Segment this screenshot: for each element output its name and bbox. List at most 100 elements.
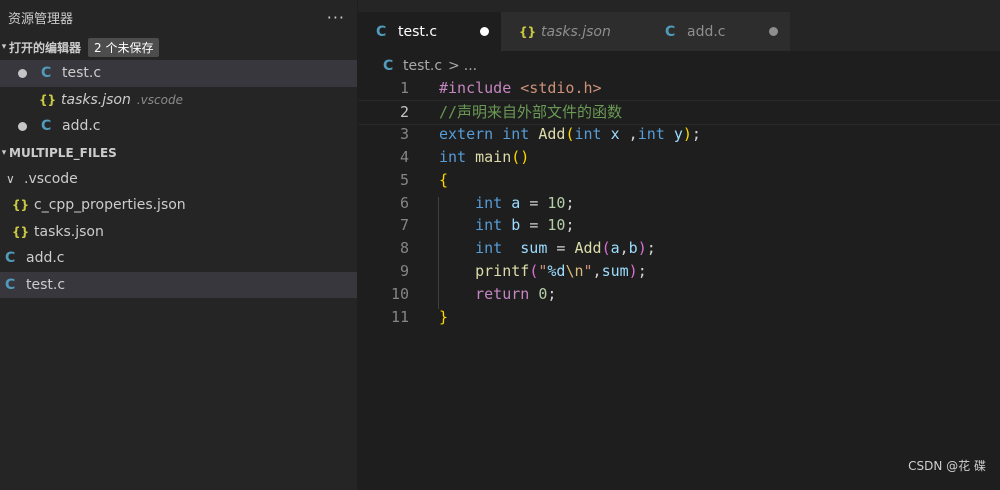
code-text: extern int Add(int x ,int y); [439, 123, 701, 146]
code-text: } [439, 306, 448, 329]
open-editor-add-c[interactable]: C add.c [0, 113, 357, 140]
breadcrumb-file[interactable]: test.c [403, 58, 442, 74]
code-token: ) [628, 262, 638, 281]
code-token: <stdio.h> [520, 79, 602, 97]
code-token: ; [547, 285, 557, 304]
chevron-down-icon: ▾ [1, 42, 7, 52]
editor-tabs: C test.c {} tasks.json C add.c [358, 12, 1000, 51]
code-token: a [610, 239, 620, 258]
code-line[interactable]: 7 int b = 10; [358, 214, 1000, 237]
unsaved-dot-icon[interactable] [769, 27, 778, 36]
code-text: int b = 10; [439, 214, 574, 237]
c-file-icon: C [5, 276, 16, 293]
code-text: #include <stdio.h> [439, 77, 602, 100]
code-token: int [439, 147, 476, 166]
code-editor[interactable]: 1 #include <stdio.h> 2 //声明来自外部文件的函数 3 extern… [358, 77, 1000, 490]
code-token: ; [637, 262, 647, 281]
code-line[interactable]: 5{ [358, 169, 1000, 192]
tree-item-test-c[interactable]: C test.c [0, 271, 357, 298]
code-text: int a = 10; [439, 192, 574, 215]
unsaved-dot-icon[interactable] [480, 27, 489, 36]
line-number: 11 [390, 308, 409, 326]
code-token: int [574, 124, 611, 143]
code-text: //声明来自外部文件的函数 [439, 101, 622, 124]
code-token: y [673, 124, 683, 143]
code-token: ( [601, 239, 611, 258]
folder-vscode[interactable]: ∨ .vscode [0, 166, 357, 193]
tree-item-label: add.c [26, 250, 65, 267]
code-line[interactable]: 2 //声明来自外部文件的函数 [358, 99, 1000, 125]
tree-item-label: test.c [26, 276, 66, 293]
code-line[interactable]: 8 int sum = Add(a,b); [358, 237, 1000, 260]
code-line[interactable]: 1 #include <stdio.h> [358, 77, 1000, 100]
c-file-icon: C [376, 23, 387, 40]
code-token: Add [574, 239, 602, 258]
code-token: ; [691, 124, 701, 143]
workspace-label: MULTIPLE_FILES [9, 145, 117, 160]
code-line[interactable]: 3 extern int Add(int x ,int y); [358, 123, 1000, 146]
json-file-icon: {} [519, 24, 537, 39]
unsaved-dot-icon[interactable] [18, 68, 27, 78]
code-line[interactable]: 9 printf("%d\n",sum); [358, 260, 1000, 283]
code-line[interactable]: 10 return 0; [358, 283, 1000, 306]
code-token: \n [565, 262, 584, 281]
unsaved-dot-icon[interactable] [18, 121, 27, 131]
explorer-sidebar: 资源管理器 ··· ▾ 打开的编辑器 2 个未保存 C test.c {} ta… [0, 0, 358, 490]
code-text: { [439, 169, 448, 192]
tab-test-c[interactable]: C test.c [358, 12, 501, 51]
open-editor-folder-desc: .vscode [136, 92, 183, 107]
code-token: } [439, 308, 449, 326]
code-token: b [511, 216, 530, 235]
line-number: 9 [399, 262, 409, 281]
code-token: 10 [547, 193, 566, 212]
workspace-header[interactable]: ▾ MULTIPLE_FILES [0, 140, 357, 166]
tab-label: test.c [398, 23, 438, 40]
code-token: ) [637, 239, 647, 258]
code-token: int [637, 124, 674, 143]
code-token: //声明来自外部文件的函数 [439, 102, 623, 121]
tree-item-label: c_cpp_properties.json [34, 197, 186, 214]
json-file-icon: {} [39, 92, 57, 107]
chevron-down-icon: ∨ [6, 171, 15, 186]
code-token: = [529, 216, 548, 235]
breadcrumb-more[interactable]: ... [464, 58, 477, 74]
code-line[interactable]: 4 int main() [358, 146, 1000, 169]
c-file-icon: C [383, 58, 394, 74]
open-editors-header[interactable]: ▾ 打开的编辑器 2 个未保存 [0, 34, 357, 60]
open-editor-label: test.c [62, 65, 102, 82]
code-token: () [511, 147, 530, 166]
line-number: 2 [399, 102, 409, 121]
open-editor-tasks-json[interactable]: {} tasks.json .vscode [0, 87, 357, 114]
code-token: , [592, 262, 602, 281]
code-token: %d [547, 262, 566, 281]
code-token: sum [601, 262, 629, 281]
open-editor-label: add.c [62, 118, 101, 135]
code-token: b [628, 239, 638, 258]
code-token: a [511, 193, 530, 212]
code-token: ; [646, 239, 656, 258]
tab-add-c[interactable]: C add.c [647, 12, 790, 51]
json-file-icon: {} [12, 224, 30, 239]
code-token: return [475, 285, 539, 304]
tab-tasks-json[interactable]: {} tasks.json [501, 12, 647, 51]
tree-item-tasks-json[interactable]: {} tasks.json [0, 219, 357, 246]
code-token: = [556, 239, 575, 258]
code-text: return 0; [439, 283, 556, 306]
tree-item-label: tasks.json [34, 223, 104, 240]
code-token: #include [439, 79, 521, 97]
more-actions-icon[interactable]: ··· [327, 8, 345, 27]
tree-item-c-cpp-properties[interactable]: {} c_cpp_properties.json [0, 192, 357, 219]
code-text: printf("%d\n",sum); [439, 260, 647, 283]
open-editor-test-c[interactable]: C test.c [0, 60, 357, 87]
open-editors-label: 打开的编辑器 [9, 40, 82, 55]
line-number: 1 [399, 79, 409, 97]
code-line[interactable]: 6 int a = 10; [358, 192, 1000, 215]
code-token: ( [529, 262, 539, 281]
code-line[interactable]: 11} [358, 306, 1000, 329]
line-number: 3 [399, 124, 409, 143]
tree-item-add-c[interactable]: C add.c [0, 245, 357, 272]
code-token: printf [475, 262, 530, 281]
